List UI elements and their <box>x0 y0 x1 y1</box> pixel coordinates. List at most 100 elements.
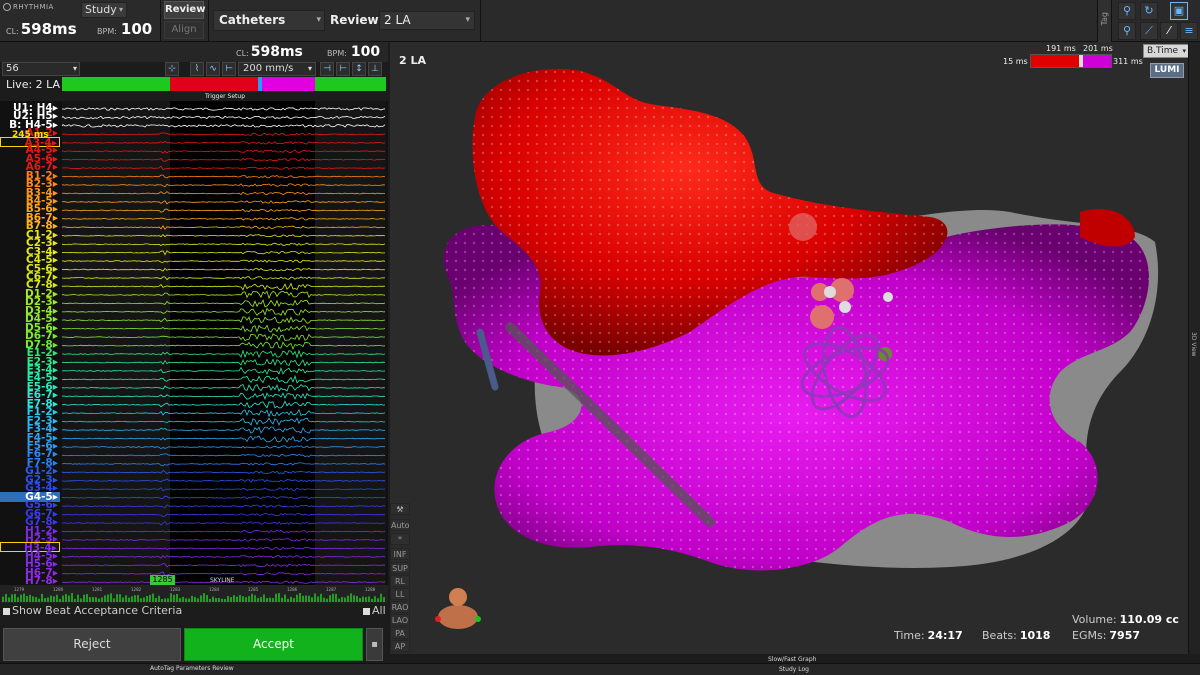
egm-trace <box>61 366 386 375</box>
view-sup-button[interactable]: SUP <box>390 562 410 574</box>
catheters-dropdown[interactable]: Catheters <box>213 10 325 31</box>
skyline-bar <box>122 597 124 602</box>
gain-down-icon[interactable]: ⊢ <box>336 62 350 76</box>
hammer-icon[interactable]: ⚒ <box>390 503 410 515</box>
waveform-icon[interactable]: ∿ <box>206 62 220 76</box>
ablation-tag-icon[interactable] <box>810 305 834 329</box>
sweep-speed-select[interactable]: 200 mm/s <box>238 62 316 76</box>
skyline-bar <box>233 595 235 602</box>
signal-icon[interactable]: ⌇ <box>190 62 204 76</box>
skyline-bar <box>305 595 307 602</box>
expand-icon[interactable]: ↕ <box>352 62 366 76</box>
egm-trace <box>61 538 385 542</box>
view-rao-button[interactable]: RAO <box>390 601 410 613</box>
study-dropdown[interactable]: Study <box>81 2 127 18</box>
skyline-bar <box>356 596 358 602</box>
current-beat-marker[interactable]: 1285 <box>150 575 175 585</box>
skyline-bar <box>209 598 211 602</box>
skyline-bar <box>344 597 346 602</box>
reject-button[interactable]: Reject <box>3 628 181 661</box>
skyline-bar <box>134 595 136 602</box>
view-rl-button[interactable]: RL <box>390 575 410 587</box>
skyline-graph: 1279 1280 1281 1282 1283 1284 1285 1286 1287 1288 <box>2 587 385 602</box>
skyline-bar <box>347 595 349 602</box>
lumi-button[interactable]: LUMI <box>1150 63 1184 78</box>
skyline-bar <box>362 596 364 602</box>
activation-color-scale[interactable] <box>1030 54 1112 68</box>
skyline-bar <box>14 593 16 602</box>
egm-trace <box>61 250 386 256</box>
egm-trace <box>61 341 386 351</box>
skyline-timeline[interactable]: 1279 1280 1281 1282 1283 1284 1285 1286 1287 1288 <box>0 585 388 603</box>
brush-icon[interactable]: ⁄ <box>1160 22 1178 40</box>
rotate-icon[interactable]: ↻ <box>1140 2 1158 20</box>
ablation-tag-icon[interactable] <box>789 213 817 241</box>
view-inf-button[interactable]: INF <box>390 548 410 560</box>
view-auto-button[interactable]: Auto <box>390 519 410 531</box>
beat-select[interactable]: 56 <box>2 62 80 76</box>
caliper-icon[interactable]: ⊢ <box>222 62 236 76</box>
view-ap-button[interactable]: AP <box>390 640 410 652</box>
slow-fast-graph-tab[interactable]: Slow/Fast Graph <box>768 656 816 663</box>
label-icon[interactable]: ≡ <box>1180 22 1198 40</box>
skyline-bar <box>59 598 61 602</box>
show-beat-acceptance-checkbox[interactable]: Show Beat Acceptance Criteria <box>3 604 182 617</box>
skyline-bar <box>269 597 271 602</box>
skyline-bar <box>323 597 325 602</box>
view-ll-button[interactable]: LL <box>390 588 410 600</box>
pin-icon[interactable]: ⚲ <box>1118 2 1136 20</box>
view-lao-button[interactable]: LAO <box>390 614 410 626</box>
egm-trace <box>61 487 386 492</box>
accept-button[interactable]: Accept <box>184 628 363 661</box>
options-icon[interactable]: ▪ <box>366 628 383 661</box>
timeline-tick: 1285 <box>248 587 259 592</box>
egm-trace <box>61 149 386 154</box>
skyline-bar <box>212 596 214 602</box>
egm-trace <box>61 358 386 367</box>
study-log-tab[interactable]: Study Log <box>779 666 809 673</box>
la-anatomy-map[interactable] <box>390 42 1188 654</box>
timeline-tick: 1286 <box>287 587 298 592</box>
display-icon[interactable]: ▣ <box>1170 2 1188 20</box>
egm-trace <box>61 132 385 137</box>
gain-up-icon[interactable]: ⊣ <box>320 62 334 76</box>
skyline-bar <box>251 593 253 602</box>
snap-icon[interactable]: ⊹ <box>165 62 179 76</box>
time-mode-dropdown[interactable]: B.Time <box>1143 44 1189 58</box>
autotag-tab[interactable]: AutoTag Parameters Review <box>150 665 234 672</box>
volume-label: Volume: <box>1072 613 1117 626</box>
map-3d-view[interactable]: 2 LA <box>390 42 1188 654</box>
patient-orientation-icon[interactable] <box>435 588 481 629</box>
egm-trace <box>61 217 386 221</box>
egms-label: EGMs: <box>1072 629 1107 642</box>
egm-trace <box>61 324 386 333</box>
skyline-bar <box>224 598 226 602</box>
live-map-label: Live: 2 LA <box>6 78 61 91</box>
trigger-window-bar[interactable] <box>62 77 386 91</box>
egm-trace <box>61 555 386 559</box>
pointer-icon[interactable]: ⚲ <box>1118 22 1136 40</box>
egm-trace <box>61 417 386 426</box>
view-pa-button[interactable]: PA <box>390 627 410 639</box>
lasso-icon[interactable]: ⟋ <box>1140 22 1158 40</box>
egm-trace <box>61 562 386 568</box>
skyline-bar <box>146 595 148 602</box>
3d-view-side-tab[interactable]: 3D View <box>1188 42 1200 654</box>
egm-trace <box>61 392 385 401</box>
skyline-bar <box>8 597 10 602</box>
beats-readout: Beats: 1018 <box>982 629 1050 642</box>
review-button[interactable]: Review <box>164 1 205 19</box>
view-star-button[interactable]: * <box>390 533 410 545</box>
egm-traces[interactable]: U1: H4▸ U2: H5▸ B: H4-5▸ A1-2▸ A3-4▸ A4-5▸ A5-… <box>0 101 388 586</box>
skyline-bar <box>62 595 64 602</box>
volume-value: 110.09 cc <box>1119 613 1179 626</box>
egm-trace <box>61 115 386 120</box>
skyline-bar <box>230 597 232 602</box>
align-button[interactable]: Align <box>164 21 204 39</box>
collapse-icon[interactable]: ⊥ <box>368 62 382 76</box>
electrode-icon <box>824 286 836 298</box>
tag-panel-tab[interactable]: Tag <box>1097 0 1112 42</box>
skyline-bar <box>155 597 157 602</box>
all-checkbox[interactable]: All <box>363 604 386 617</box>
review-map-dropdown[interactable]: 2 LA <box>379 11 475 30</box>
